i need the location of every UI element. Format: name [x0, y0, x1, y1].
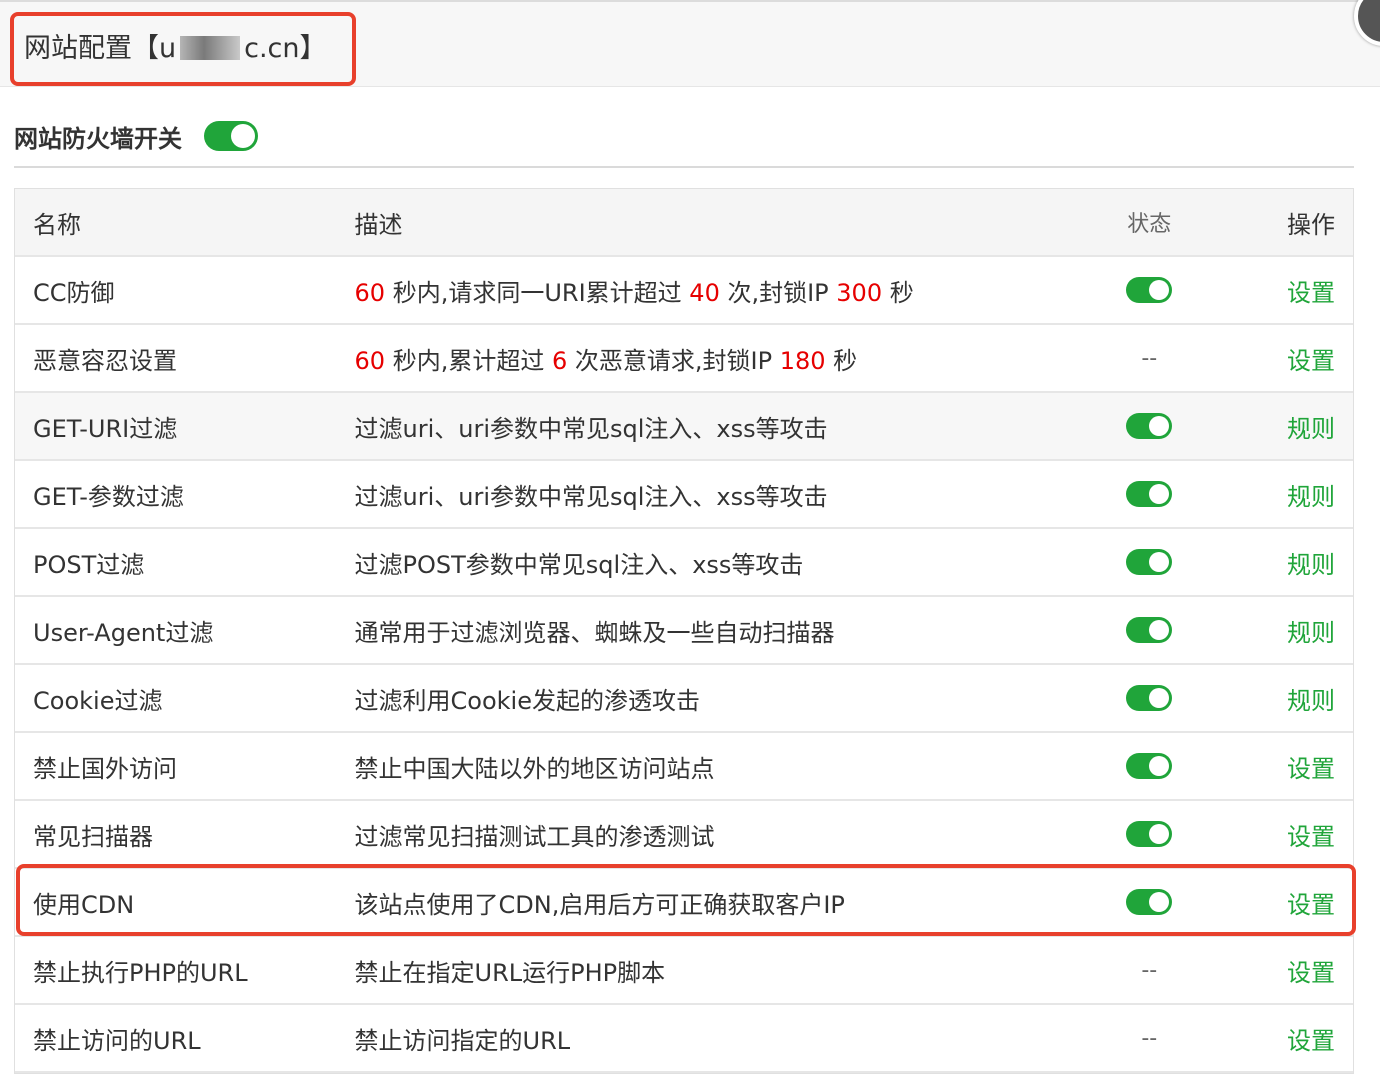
rule-action-link[interactable]: 设置: [1223, 953, 1353, 988]
rule-desc: 60 秒内,累计超过 6 次恶意请求,封锁IP 180 秒: [337, 341, 1076, 376]
table-row: 恶意容忍设置 60 秒内,累计超过 6 次恶意请求,封锁IP 180 秒 -- …: [15, 325, 1353, 393]
rule-status: --: [1141, 957, 1158, 983]
rule-action-link[interactable]: 设置: [1223, 1021, 1353, 1056]
divider: [14, 166, 1354, 168]
rule-value: 40: [689, 278, 720, 307]
firewall-toggle[interactable]: [204, 121, 258, 151]
header-status: 状态: [1127, 212, 1172, 237]
rule-desc: 过滤uri、uri参数中常见sql注入、xss等攻击: [354, 482, 828, 511]
table-row: 常见扫描器 过滤常见扫描测试工具的渗透测试 设置: [15, 801, 1353, 869]
rule-status: --: [1141, 1025, 1158, 1051]
header-name: 名称: [33, 210, 81, 239]
rule-action-link[interactable]: 设置: [1223, 341, 1353, 376]
rule-name: User-Agent过滤: [33, 618, 214, 647]
status-toggle[interactable]: [1126, 821, 1173, 847]
rule-name: 禁止访问的URL: [33, 1026, 201, 1055]
rule-status: [1075, 549, 1223, 575]
rule-value: 6: [551, 346, 568, 375]
table-row: 使用CDN 该站点使用了CDN,启用后方可正确获取客户IP 设置: [15, 869, 1353, 937]
rule-status: [1075, 685, 1223, 711]
table-row: Cookie过滤 过滤利用Cookie发起的渗透攻击 规则: [15, 665, 1353, 733]
rule-desc: 该站点使用了CDN,启用后方可正确获取客户IP: [354, 890, 845, 919]
rule-desc: 通常用于过滤浏览器、蜘蛛及一些自动扫描器: [354, 618, 835, 647]
rule-action-link[interactable]: 设置: [1223, 749, 1353, 784]
table-row: 禁止国外访问 禁止中国大陆以外的地区访问站点 设置: [15, 733, 1353, 801]
rule-value: 300: [836, 278, 883, 307]
rule-desc-text: 次恶意请求,封锁IP: [567, 346, 780, 375]
rule-action-link[interactable]: 规则: [1223, 477, 1353, 512]
rule-value: 180: [779, 346, 826, 375]
rule-desc-text: 秒内,累计超过: [385, 346, 552, 375]
rule-status: [1075, 481, 1223, 507]
rule-desc: 禁止访问指定的URL: [354, 1026, 571, 1055]
table-row: CC防御 60 秒内,请求同一URI累计超过 40 次,封锁IP 300 秒 设…: [15, 257, 1353, 325]
rules-table: 名称 描述 状态 操作 CC防御 60 秒内,请求同一URI累计超过 40 次,…: [14, 188, 1354, 1074]
header-action: 操作: [1287, 210, 1335, 239]
rule-name: 禁止国外访问: [33, 754, 177, 783]
dialog-header: 网站配置【u c.cn】: [0, 2, 1380, 87]
rule-desc: 过滤常见扫描测试工具的渗透测试: [354, 822, 715, 851]
rule-name: Cookie过滤: [33, 686, 163, 715]
header-desc: 描述: [354, 210, 403, 239]
rule-status: [1075, 277, 1223, 303]
table-row: POST过滤 过滤POST参数中常见sql注入、xss等攻击 规则: [15, 529, 1353, 597]
rule-action-link[interactable]: 规则: [1223, 681, 1353, 716]
rule-value: 60: [354, 346, 386, 375]
status-toggle[interactable]: [1126, 413, 1173, 439]
rule-desc-text: 次,封锁IP: [719, 278, 837, 307]
rule-name: POST过滤: [33, 550, 145, 579]
rule-name: GET-URI过滤: [33, 414, 178, 443]
rule-status: [1075, 889, 1223, 915]
status-toggle[interactable]: [1126, 549, 1173, 575]
rule-status: [1075, 821, 1223, 847]
table-row: User-Agent过滤 通常用于过滤浏览器、蜘蛛及一些自动扫描器 规则: [15, 597, 1353, 665]
status-toggle[interactable]: [1126, 685, 1173, 711]
status-toggle[interactable]: [1126, 617, 1173, 643]
rule-action-link[interactable]: 规则: [1223, 409, 1353, 444]
rule-status: [1075, 413, 1223, 439]
rule-desc: 过滤uri、uri参数中常见sql注入、xss等攻击: [354, 414, 828, 443]
firewall-switch-row: 网站防火墙开关: [14, 116, 258, 156]
status-toggle[interactable]: [1126, 753, 1173, 779]
rule-status: --: [1141, 345, 1158, 371]
rule-desc-text: 秒内,请求同一URI累计超过: [385, 278, 690, 307]
table-row: GET-URI过滤 过滤uri、uri参数中常见sql注入、xss等攻击 规则: [15, 393, 1353, 461]
rule-action-link[interactable]: 规则: [1223, 613, 1353, 648]
rule-desc: 禁止在指定URL运行PHP脚本: [354, 958, 666, 987]
status-toggle[interactable]: [1126, 277, 1173, 303]
rule-desc: 禁止中国大陆以外的地区访问站点: [354, 754, 715, 783]
rule-action-link[interactable]: 规则: [1223, 545, 1353, 580]
rule-action-link[interactable]: 设置: [1223, 273, 1353, 308]
rule-status: [1075, 753, 1223, 779]
rule-action-link[interactable]: 设置: [1223, 885, 1353, 920]
rule-name: CC防御: [33, 278, 115, 307]
rule-desc: 60 秒内,请求同一URI累计超过 40 次,封锁IP 300 秒: [337, 273, 1076, 308]
firewall-switch-label: 网站防火墙开关: [14, 124, 182, 153]
rule-name: 禁止执行PHP的URL: [33, 958, 248, 987]
rule-name: 使用CDN: [33, 890, 135, 919]
status-toggle[interactable]: [1126, 481, 1173, 507]
table-row: 禁止执行PHP的URL 禁止在指定URL运行PHP脚本 -- 设置: [15, 937, 1353, 1005]
rule-desc-text: 秒: [825, 346, 858, 375]
rule-desc-text: 秒: [882, 278, 914, 307]
rule-desc: 过滤POST参数中常见sql注入、xss等攻击: [354, 550, 804, 579]
status-toggle[interactable]: [1126, 889, 1173, 915]
table-row: GET-参数过滤 过滤uri、uri参数中常见sql注入、xss等攻击 规则: [15, 461, 1353, 529]
rule-name: 恶意容忍设置: [33, 346, 177, 375]
rule-value: 60: [354, 278, 386, 307]
rule-desc: 过滤利用Cookie发起的渗透攻击: [354, 686, 700, 715]
rule-action-link[interactable]: 设置: [1223, 817, 1353, 852]
rule-name: 常见扫描器: [33, 822, 153, 851]
table-row: 禁止访问的URL 禁止访问指定的URL -- 设置: [15, 1005, 1353, 1073]
rule-status: [1075, 617, 1223, 643]
title-highlight-box: [10, 12, 356, 86]
rule-name: GET-参数过滤: [33, 482, 184, 511]
table-header: 名称 描述 状态 操作: [15, 189, 1353, 257]
